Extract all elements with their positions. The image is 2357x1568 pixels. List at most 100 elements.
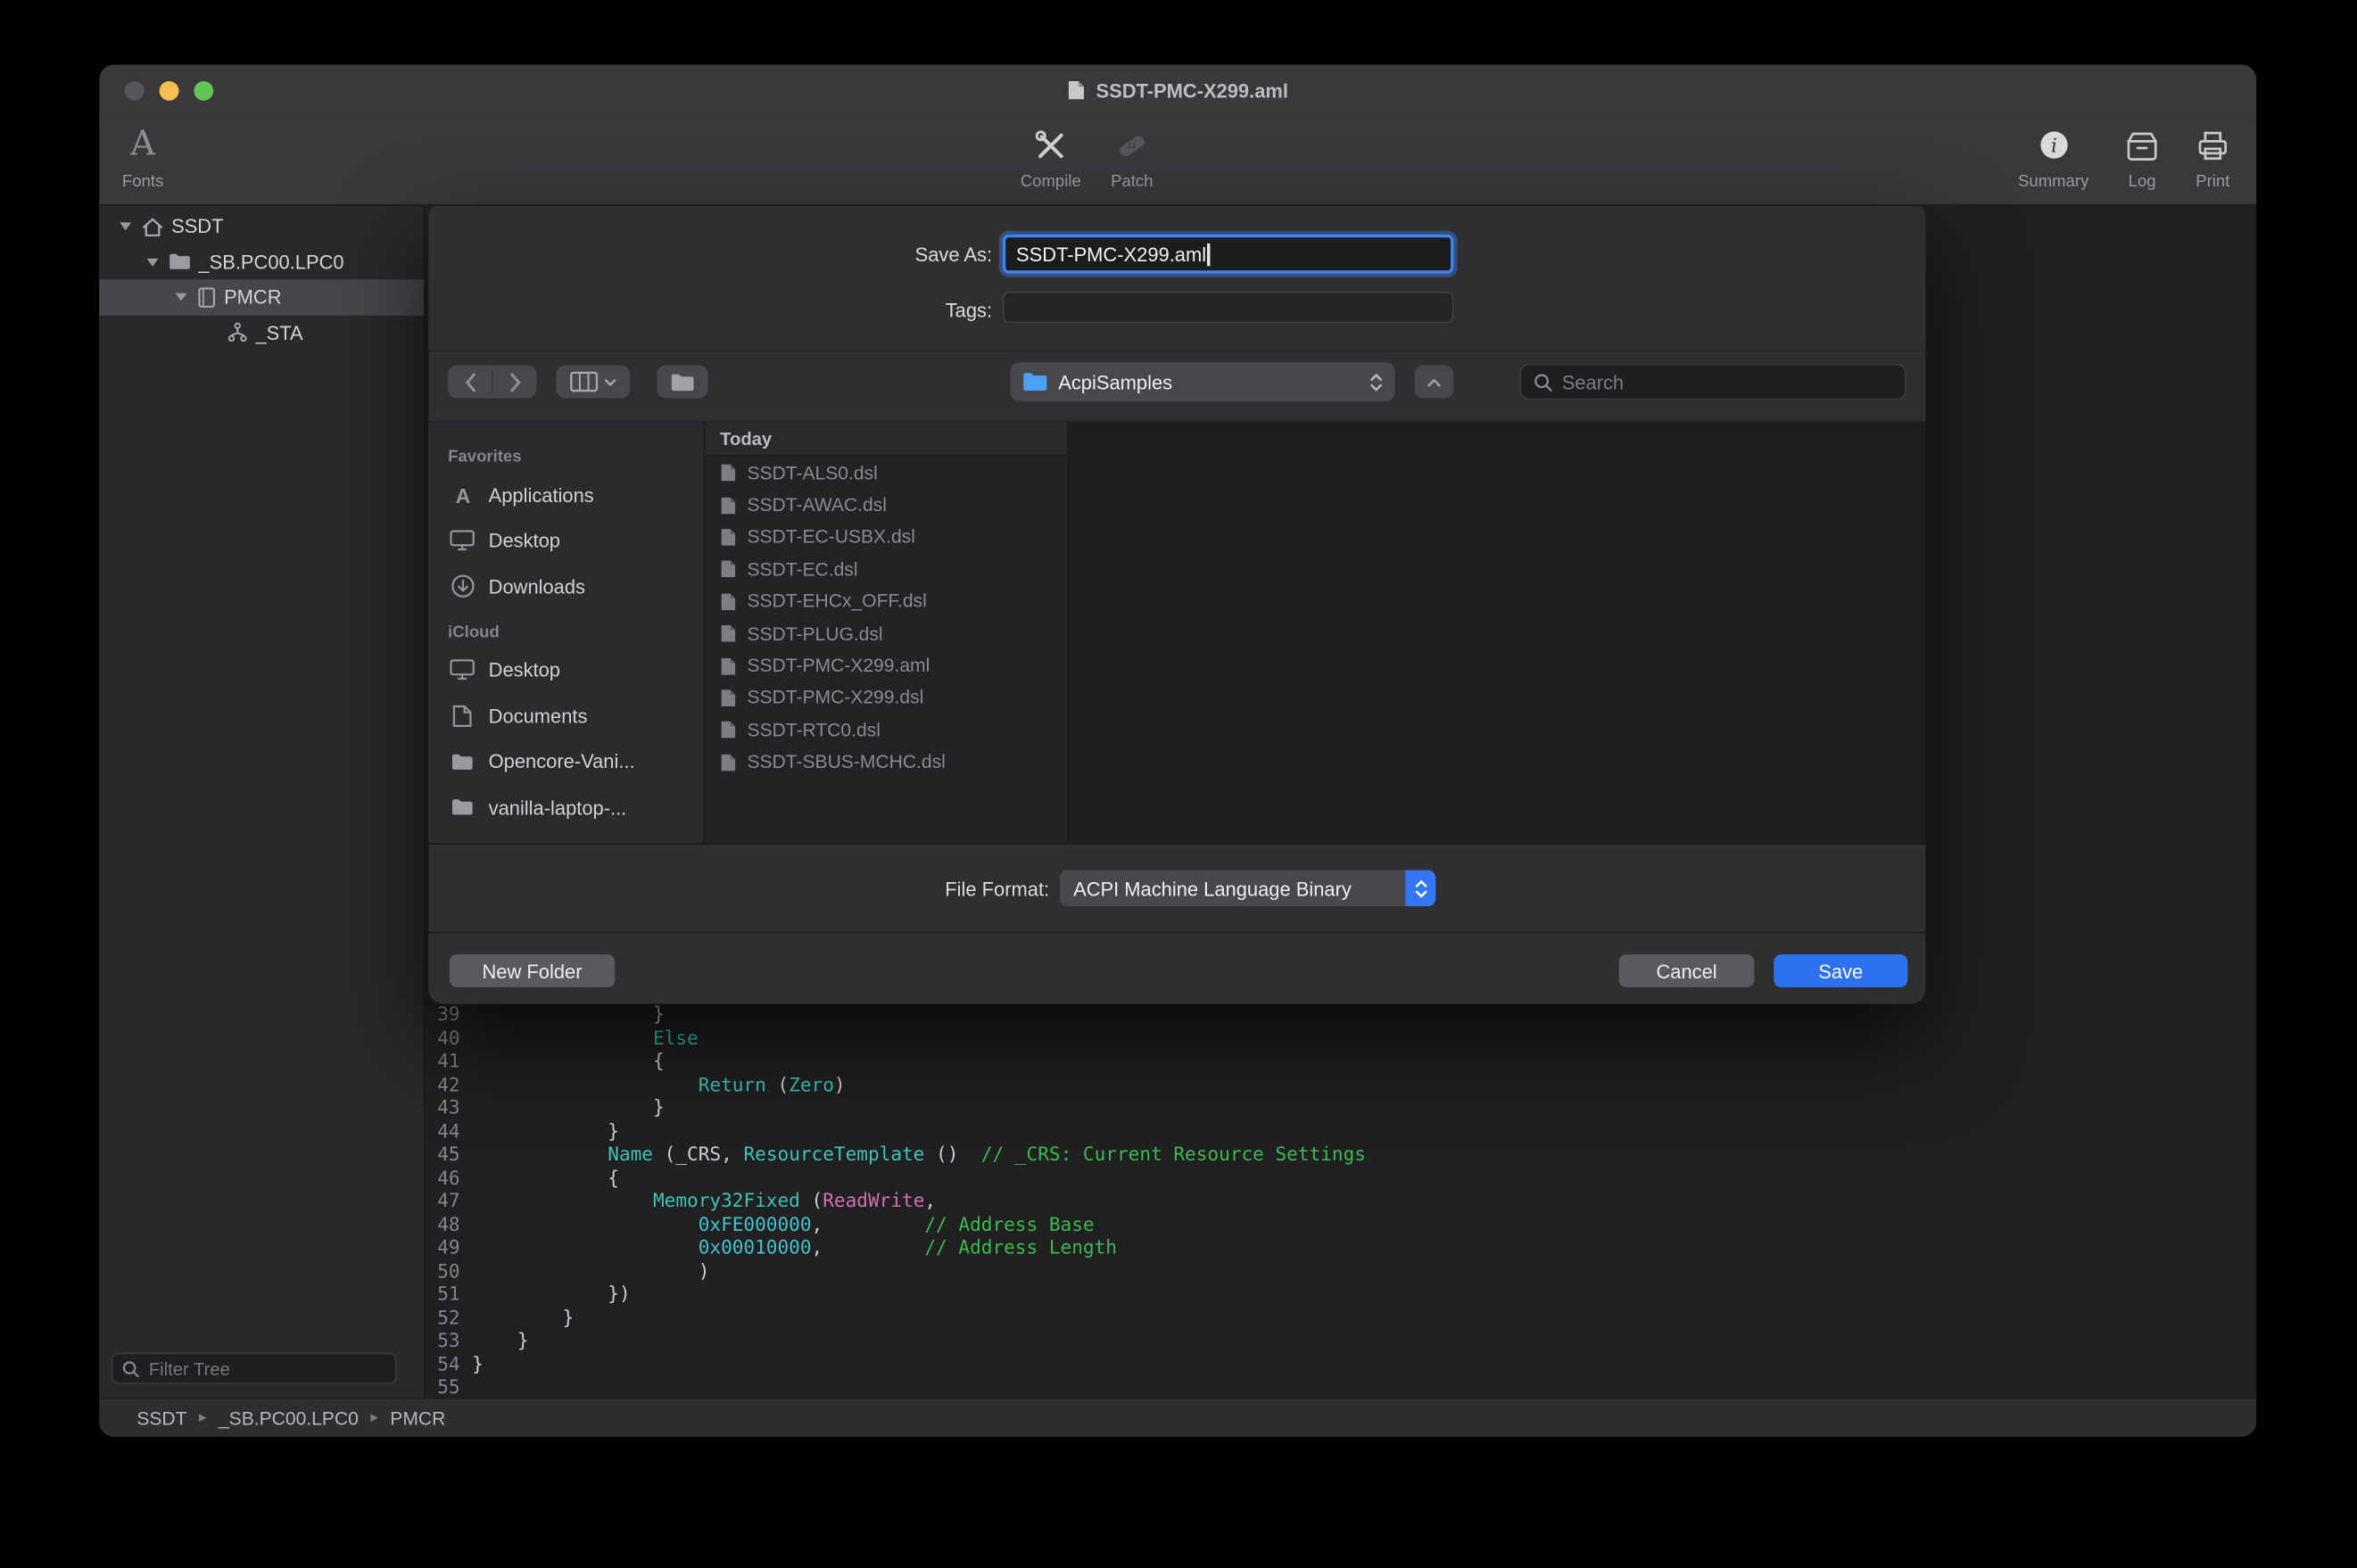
disclosure-triangle-icon[interactable] bbox=[117, 221, 134, 232]
patch-button[interactable]: Patch bbox=[1078, 121, 1186, 191]
print-label: Print bbox=[2196, 173, 2229, 191]
sidebar-location-item[interactable]: vanilla-laptop-... bbox=[445, 785, 704, 830]
forward-button[interactable] bbox=[493, 365, 537, 398]
titlebar[interactable]: SSDT-PMC-X299.aml bbox=[99, 64, 2256, 115]
home-icon bbox=[141, 216, 163, 237]
print-button[interactable]: Print bbox=[2159, 121, 2257, 191]
disclosure-triangle-icon[interactable] bbox=[145, 257, 161, 268]
code-line: 55 bbox=[428, 1375, 2256, 1398]
file-row[interactable]: SSDT-SBUS-MCHC.dsl bbox=[705, 747, 1067, 779]
file-format-label: File Format: bbox=[428, 878, 1049, 900]
view-mode-button[interactable] bbox=[556, 365, 630, 398]
code-line: 51 }) bbox=[428, 1282, 2256, 1305]
tree-item[interactable]: PMCR bbox=[99, 279, 424, 315]
tags-input[interactable] bbox=[1003, 292, 1453, 323]
line-number: 46 bbox=[428, 1166, 459, 1189]
code-line: 44 } bbox=[428, 1118, 2256, 1142]
file-name: SSDT-SBUS-MCHC.dsl bbox=[747, 752, 945, 773]
code-line: 42 Return (Zero) bbox=[428, 1072, 2256, 1095]
line-number: 45 bbox=[428, 1143, 459, 1166]
file-format-popup[interactable]: ACPI Machine Language Binary bbox=[1060, 871, 1435, 906]
file-name: SSDT-EHCx_OFF.dsl bbox=[747, 591, 926, 613]
file-name: SSDT-EC-USBX.dsl bbox=[747, 527, 914, 549]
filter-placeholder: Filter Tree bbox=[149, 1358, 230, 1379]
columns-view-icon bbox=[570, 371, 599, 392]
filter-tree-field[interactable]: Filter Tree bbox=[112, 1353, 397, 1384]
breadcrumb-item: SSDT bbox=[136, 1407, 186, 1429]
folder-icon bbox=[448, 798, 476, 816]
fonts-label: Fonts bbox=[122, 173, 163, 191]
nav-buttons bbox=[448, 365, 536, 398]
location-label: Opencore-Vani... bbox=[489, 750, 635, 772]
folder-action-button[interactable] bbox=[657, 365, 707, 398]
location-label: vanilla-laptop-... bbox=[489, 796, 627, 819]
line-number: 53 bbox=[428, 1329, 459, 1352]
tree-item[interactable]: _SB.PC00.LPC0 bbox=[99, 244, 424, 280]
chevron-down-icon bbox=[604, 378, 616, 385]
file-row[interactable]: SSDT-PLUG.dsl bbox=[705, 617, 1067, 649]
code-line: 45 Name (_CRS, ResourceTemplate () // _C… bbox=[428, 1143, 2256, 1166]
code-line: 50 ) bbox=[428, 1259, 2256, 1282]
desktop-icon bbox=[448, 658, 476, 681]
file-name: SSDT-RTC0.dsl bbox=[747, 720, 880, 741]
file-row[interactable]: SSDT-AWAC.dsl bbox=[705, 489, 1067, 521]
tree-item-label: PMCR bbox=[224, 286, 282, 309]
location-label: Desktop bbox=[489, 658, 560, 681]
fonts-toolbar-item[interactable]: A Fonts bbox=[99, 121, 197, 191]
chevron-left-icon bbox=[464, 372, 476, 392]
cancel-button[interactable]: Cancel bbox=[1619, 954, 1755, 987]
save-button[interactable]: Save bbox=[1774, 954, 1907, 987]
tree-item[interactable]: _STA bbox=[99, 315, 424, 351]
fonts-icon: A bbox=[130, 128, 155, 162]
line-number: 49 bbox=[428, 1235, 459, 1259]
window-title-text: SSDT-PMC-X299.aml bbox=[1096, 78, 1287, 101]
save-dialog: Save As: SSDT-PMC-X299.aml Tags: bbox=[428, 206, 1925, 1004]
file-row[interactable]: SSDT-EHCx_OFF.dsl bbox=[705, 585, 1067, 617]
file-icon bbox=[720, 689, 737, 708]
file-name: SSDT-AWAC.dsl bbox=[747, 494, 886, 516]
documents-icon bbox=[448, 705, 476, 727]
file-row[interactable]: SSDT-PMC-X299.dsl bbox=[705, 682, 1067, 714]
sidebar-location-item[interactable]: AApplications bbox=[445, 472, 704, 517]
log-label: Log bbox=[2129, 173, 2156, 191]
toolbar: A Fonts Compile Patch i Summary bbox=[99, 116, 2256, 206]
parent-folder-button[interactable] bbox=[1415, 365, 1454, 398]
up-down-chevrons-icon bbox=[1369, 372, 1383, 392]
line-number: 47 bbox=[428, 1189, 459, 1212]
sidebar-location-item[interactable]: Opencore-Vani... bbox=[445, 739, 704, 784]
new-folder-button[interactable]: New Folder bbox=[450, 954, 615, 987]
window-title: SSDT-PMC-X299.aml bbox=[99, 64, 2256, 115]
code-line: 54} bbox=[428, 1352, 2256, 1375]
file-row[interactable]: SSDT-RTC0.dsl bbox=[705, 714, 1067, 747]
file-name: SSDT-PLUG.dsl bbox=[747, 623, 882, 645]
sidebar-location-item[interactable]: Desktop bbox=[445, 517, 704, 563]
file-browser: FavoritesAApplicationsDesktopDownloadsiC… bbox=[428, 421, 1925, 845]
tree-item-label: _SB.PC00.LPC0 bbox=[198, 251, 343, 273]
line-number: 43 bbox=[428, 1095, 459, 1118]
code-line: 46 { bbox=[428, 1166, 2256, 1189]
sidebar-location-item[interactable]: Downloads bbox=[445, 564, 704, 609]
search-field[interactable]: Search bbox=[1520, 364, 1906, 400]
file-icon bbox=[720, 656, 737, 676]
document-icon bbox=[1067, 79, 1085, 101]
file-icon bbox=[720, 591, 737, 611]
file-format-value: ACPI Machine Language Binary bbox=[1060, 877, 1406, 899]
back-button[interactable] bbox=[448, 365, 492, 398]
disclosure-triangle-icon[interactable] bbox=[173, 292, 190, 302]
file-name: SSDT-PMC-X299.aml bbox=[747, 656, 930, 677]
file-name: SSDT-EC.dsl bbox=[747, 559, 857, 581]
file-row[interactable]: SSDT-EC.dsl bbox=[705, 553, 1067, 585]
search-icon bbox=[1534, 372, 1553, 392]
tree-item[interactable]: SSDT bbox=[99, 209, 424, 244]
code-lines: 39 }40 Else41 {42 Return (Zero)43 }44 }4… bbox=[428, 1003, 2256, 1398]
file-row[interactable]: SSDT-ALS0.dsl bbox=[705, 457, 1067, 489]
sidebar-location-item[interactable]: Desktop bbox=[445, 647, 704, 692]
sheet-divider bbox=[428, 351, 1925, 352]
save-as-input[interactable]: SSDT-PMC-X299.aml bbox=[1003, 235, 1453, 274]
blue-folder-icon bbox=[1022, 371, 1048, 392]
save-as-value: SSDT-PMC-X299.aml bbox=[1016, 243, 1206, 265]
location-popup[interactable]: AcpiSamples bbox=[1010, 362, 1394, 401]
sidebar-location-item[interactable]: Documents bbox=[445, 693, 704, 739]
file-row[interactable]: SSDT-EC-USBX.dsl bbox=[705, 521, 1067, 553]
file-row[interactable]: SSDT-PMC-X299.aml bbox=[705, 649, 1067, 681]
